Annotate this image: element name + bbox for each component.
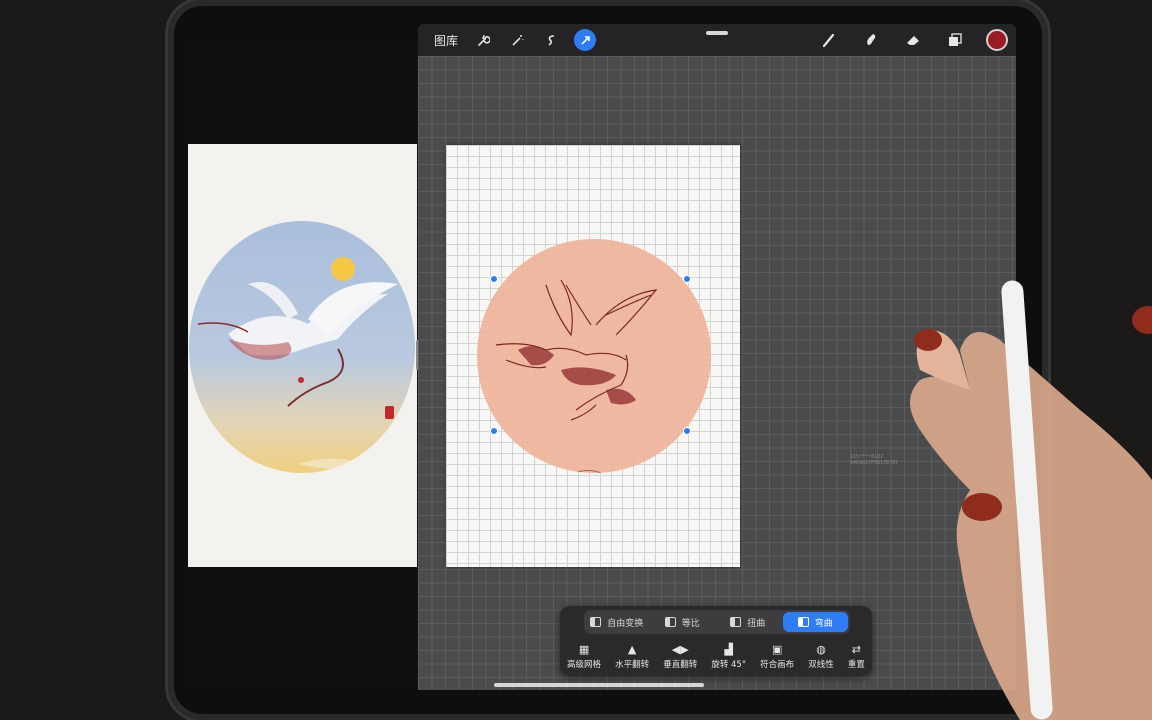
advanced-mesh-button[interactable]: ▦ 高级网格 xyxy=(567,643,602,671)
mode-label: 自由变换 xyxy=(607,618,644,629)
layers-icon[interactable] xyxy=(944,29,966,51)
top-toolbar: 图库 xyxy=(418,24,1016,56)
tool-label: 垂直翻转 xyxy=(663,660,698,670)
tool-label: 双线性 xyxy=(808,660,834,670)
color-picker[interactable] xyxy=(986,29,1008,51)
warp-handle-top-right[interactable] xyxy=(683,275,691,283)
flip-horizontal-icon: ▲ xyxy=(627,643,637,656)
transform-mode-segmented-control: 自由变换 等比 扭曲 弯曲 xyxy=(584,610,850,634)
warp-handle-top-left[interactable] xyxy=(490,275,498,283)
toolbar-grabber[interactable] xyxy=(706,31,728,35)
tool-label: 符合画布 xyxy=(760,660,795,670)
wrench-icon[interactable] xyxy=(472,29,494,51)
rotate-45-button[interactable]: ▟ 旋转 45° xyxy=(711,643,747,671)
reset-button[interactable]: ⇄ 重置 xyxy=(847,643,865,671)
smudge-icon[interactable] xyxy=(860,29,882,51)
fit-canvas-icon: ▣ xyxy=(771,643,783,656)
reference-image[interactable] xyxy=(188,144,417,567)
flip-vertical-button[interactable]: ◀▶ 垂直翻转 xyxy=(663,643,698,671)
rotate-icon: ▟ xyxy=(724,643,733,656)
magic-wand-icon[interactable] xyxy=(506,29,528,51)
tool-label: 重置 xyxy=(847,660,865,670)
drawing-canvas[interactable] xyxy=(446,145,740,567)
interpolation-icon: ◍ xyxy=(816,643,826,656)
eraser-icon[interactable] xyxy=(902,29,924,51)
mode-label: 扭曲 xyxy=(747,618,766,629)
flip-horizontal-button[interactable]: ▲ 水平翻转 xyxy=(615,643,650,671)
gallery-button[interactable]: 图库 xyxy=(434,32,458,49)
reference-artwork xyxy=(189,221,415,473)
watermark-line-2: 6469897P0917E707 xyxy=(850,460,899,466)
warp-icon xyxy=(797,617,809,627)
tool-label: 高级网格 xyxy=(567,660,602,670)
selection-icon[interactable] xyxy=(540,29,562,51)
workspace-watermark: 115****0127 6469897P0917E707 xyxy=(850,454,898,466)
distort-icon xyxy=(730,617,742,627)
home-indicator[interactable] xyxy=(494,683,704,687)
mode-warp[interactable]: 弯曲 xyxy=(782,612,848,632)
interpolation-button[interactable]: ◍ 双线性 xyxy=(808,643,834,671)
freeform-icon xyxy=(590,617,602,627)
warp-handle-bottom-left[interactable] xyxy=(490,427,498,435)
mode-distort[interactable]: 扭曲 xyxy=(715,610,781,634)
transform-arrow-icon[interactable] xyxy=(574,29,597,51)
grid-icon: ▦ xyxy=(578,643,590,656)
mode-freeform[interactable]: 自由变换 xyxy=(584,610,650,634)
tool-label: 水平翻转 xyxy=(615,660,650,670)
hand-with-pencil xyxy=(910,280,1152,720)
flip-vertical-icon: ◀▶ xyxy=(671,643,689,656)
uniform-icon xyxy=(664,617,676,627)
mode-uniform[interactable]: 等比 xyxy=(650,610,716,634)
warped-artwork xyxy=(477,239,711,473)
transform-tools: ▦ 高级网格 ▲ 水平翻转 ◀▶ 垂直翻转 ▟ 旋转 45° ▣ 符合画布 ◍ … xyxy=(560,644,872,674)
tool-label: 旋转 45° xyxy=(711,660,747,670)
fit-canvas-button[interactable]: ▣ 符合画布 xyxy=(760,643,795,671)
brush-icon[interactable] xyxy=(818,29,840,51)
transform-panel: 自由变换 等比 扭曲 弯曲 ▦ 高级网格 ▲ 水平翻转 ◀▶ 垂直翻转 ▟ 旋转… xyxy=(560,606,872,676)
mode-label: 等比 xyxy=(681,618,700,629)
warp-handle-bottom-right[interactable] xyxy=(683,427,691,435)
mode-label: 弯曲 xyxy=(814,618,833,629)
reset-icon: ⇄ xyxy=(851,643,861,656)
